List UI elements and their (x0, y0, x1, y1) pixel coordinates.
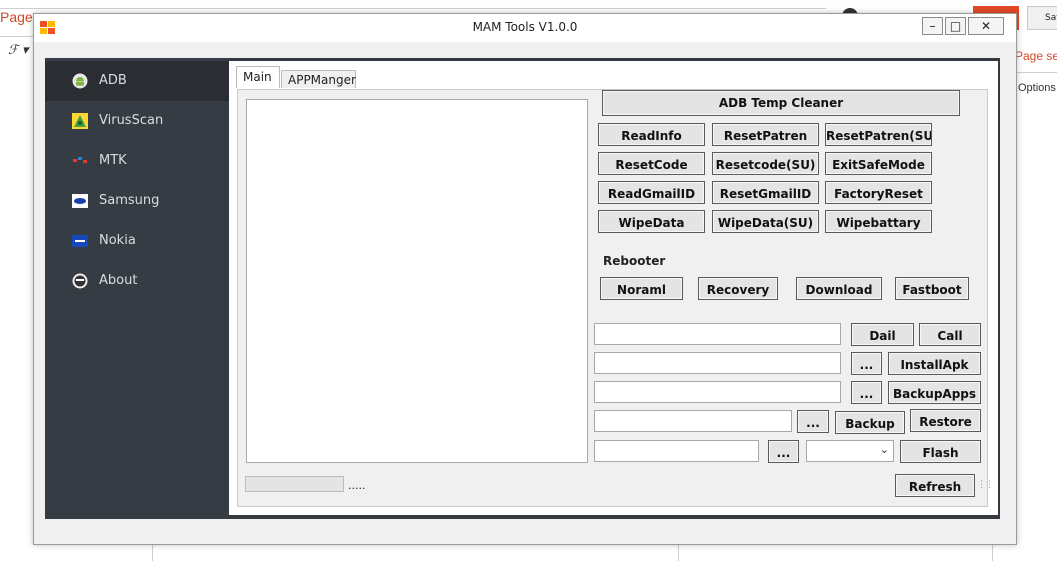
sidebar-item-label: About (99, 273, 138, 288)
apk-path-input[interactable] (594, 352, 841, 374)
mam-tools-window: MAM Tools V1.0.0 – □ ✕ ADB VirusScan MTK… (33, 13, 1017, 545)
flash-mode-select[interactable]: ⌄ (806, 440, 894, 462)
status-text: ..... (348, 479, 366, 492)
browse-flash-button[interactable]: ... (768, 440, 799, 463)
title-bar[interactable]: MAM Tools V1.0.0 – □ ✕ (34, 14, 1016, 42)
wipebattary-button[interactable]: Wipebattary (825, 210, 932, 233)
resetcode-su-button[interactable]: Resetcode(SU) (712, 152, 819, 175)
nokia-icon (72, 235, 88, 247)
sidebar-item-label: VirusScan (99, 113, 164, 128)
window-title: MAM Tools V1.0.0 (472, 20, 578, 34)
sidebar-item-label: MTK (99, 153, 127, 168)
bg-divider (678, 545, 679, 561)
call-button[interactable]: Call (919, 323, 981, 346)
bg-options-label[interactable]: Options (1018, 82, 1056, 94)
backup-apps-button[interactable]: BackupApps (888, 381, 981, 404)
backup-button[interactable]: Backup (835, 411, 905, 434)
sidebar-item-about[interactable]: About (45, 261, 229, 301)
android-icon (72, 73, 88, 89)
sidebar-item-label: Samsung (99, 193, 160, 208)
bg-divider (1017, 72, 1057, 73)
progress-bar (245, 476, 344, 492)
bg-page-tab[interactable]: Page (0, 9, 33, 25)
bg-font-button[interactable]: ℱ ▾ (8, 42, 28, 58)
exitsafemode-button[interactable]: ExitSafeMode (825, 152, 932, 175)
resetpatren-button[interactable]: ResetPatren (712, 123, 819, 146)
client-area: ADB VirusScan MTK Samsung Nokia About Ma… (45, 58, 1000, 519)
resize-grip-icon[interactable]: ⋮⋮ (977, 481, 994, 490)
close-button[interactable]: ✕ (968, 17, 1004, 35)
resetgmailid-button[interactable]: ResetGmailID (712, 181, 819, 204)
browse-apk-button[interactable]: ... (851, 352, 882, 375)
main-tab-panel: ADB Temp Cleaner ReadInfo ResetPatren Re… (237, 89, 994, 507)
bg-save-button[interactable]: Sav (1027, 6, 1057, 30)
virusscan-icon (72, 113, 88, 129)
browse-backup-button[interactable]: ... (797, 410, 829, 433)
sidebar-item-label: ADB (99, 73, 127, 88)
bg-divider (0, 8, 826, 9)
wipedata-button[interactable]: WipeData (598, 210, 705, 233)
mtk-icon (73, 157, 87, 163)
sidebar-item-samsung[interactable]: Samsung (45, 181, 229, 221)
sidebar-item-nokia[interactable]: Nokia (45, 221, 229, 261)
sidebar-item-virusscan[interactable]: VirusScan (45, 101, 229, 141)
restore-button[interactable]: Restore (910, 409, 981, 432)
log-output-textbox[interactable] (246, 99, 588, 463)
tab-appmanger[interactable]: APPManger (281, 70, 356, 88)
tab-control: Main APPManger ADB Temp Cleaner ReadInfo… (229, 61, 998, 515)
flash-button[interactable]: Flash (900, 440, 981, 463)
bg-page-setup-label[interactable]: Page set (1015, 49, 1057, 63)
readgmailid-button[interactable]: ReadGmailID (598, 181, 705, 204)
factoryreset-button[interactable]: FactoryReset (825, 181, 932, 204)
samsung-icon (72, 194, 88, 208)
resetcode-button[interactable]: ResetCode (598, 152, 705, 175)
bg-divider (0, 36, 33, 37)
chevron-down-icon: ⌄ (879, 443, 889, 456)
readinfo-button[interactable]: ReadInfo (598, 123, 705, 146)
minimize-button[interactable]: – (922, 17, 943, 35)
about-icon (72, 273, 88, 289)
resetpatren-su-button[interactable]: ResetPatren(SU (825, 123, 932, 146)
bg-divider (992, 545, 993, 561)
dial-button[interactable]: Dail (851, 323, 914, 346)
backup-apps-path-input[interactable] (594, 381, 841, 403)
rebooter-label: Rebooter (603, 254, 666, 268)
wipedata-su-button[interactable]: WipeData(SU) (712, 210, 819, 233)
tab-main[interactable]: Main (236, 66, 280, 88)
refresh-button[interactable]: Refresh (895, 474, 975, 497)
browse-backup-apps-button[interactable]: ... (851, 381, 882, 404)
sidebar-item-mtk[interactable]: MTK (45, 141, 229, 181)
reboot-download-button[interactable]: Download (796, 277, 882, 300)
reboot-normal-button[interactable]: Noraml (600, 277, 683, 300)
dial-number-input[interactable] (594, 323, 841, 345)
sidebar-item-adb[interactable]: ADB (45, 61, 229, 101)
adb-temp-cleaner-button[interactable]: ADB Temp Cleaner (602, 90, 960, 116)
backup-path-input[interactable] (594, 410, 792, 432)
flash-path-input[interactable] (594, 440, 759, 462)
reboot-fastboot-button[interactable]: Fastboot (895, 277, 969, 300)
sidebar: ADB VirusScan MTK Samsung Nokia About (45, 58, 229, 519)
reboot-recovery-button[interactable]: Recovery (698, 277, 778, 300)
sidebar-item-label: Nokia (99, 233, 136, 248)
maximize-button[interactable]: □ (945, 17, 966, 35)
bg-divider (152, 545, 153, 561)
install-apk-button[interactable]: InstallApk (888, 352, 981, 375)
